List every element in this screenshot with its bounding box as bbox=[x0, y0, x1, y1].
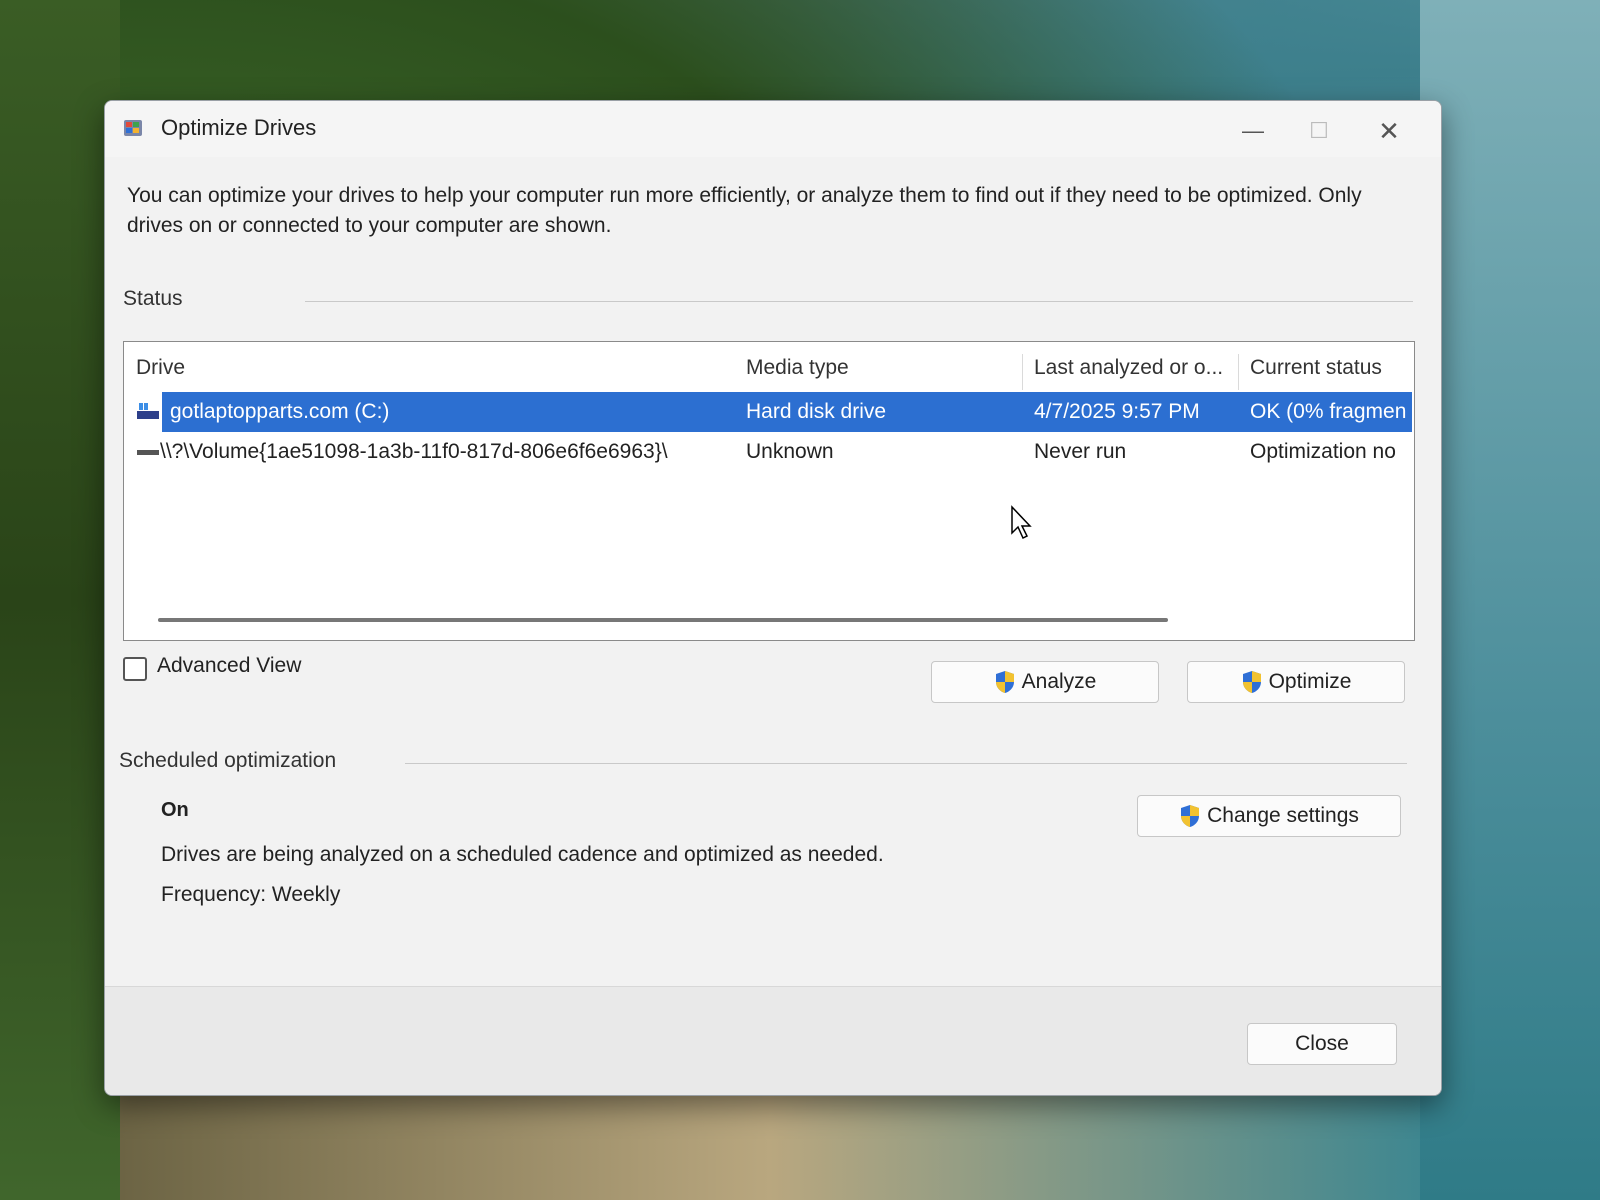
window-title: Optimize Drives bbox=[161, 115, 317, 140]
maximize-button[interactable]: ☐ bbox=[1289, 113, 1349, 149]
schedule-description: Drives are being analyzed on a scheduled… bbox=[161, 843, 884, 866]
title-bar[interactable]: Optimize Drives — ☐ ✕ bbox=[105, 101, 1441, 157]
close-label: Close bbox=[1295, 1032, 1349, 1055]
scheduled-section-label: Scheduled optimization bbox=[119, 749, 337, 772]
drive-list[interactable]: Drive Media type Last analyzed or o... C… bbox=[123, 341, 1415, 641]
change-settings-button[interactable]: Change settings bbox=[1137, 795, 1401, 837]
wallpaper-cliff bbox=[0, 0, 120, 1200]
current-status: Optimization no bbox=[1250, 440, 1396, 463]
maximize-icon: ☐ bbox=[1309, 118, 1329, 143]
wallpaper-beach bbox=[120, 1090, 1420, 1200]
minimize-button[interactable]: — bbox=[1223, 113, 1283, 149]
current-status: OK (0% fragmen bbox=[1250, 400, 1407, 423]
optimize-drives-window: Optimize Drives — ☐ ✕ You can optimize y… bbox=[104, 100, 1442, 1096]
drive-name: \\?\Volume{1ae51098-1a3b-11f0-817d-806e6… bbox=[160, 440, 668, 463]
status-divider bbox=[305, 301, 1413, 302]
column-header-media-type[interactable]: Media type bbox=[734, 350, 1022, 386]
uac-shield-icon bbox=[1181, 805, 1200, 827]
drive-row[interactable]: gotlaptopparts.com (C:) Hard disk drive … bbox=[130, 392, 1412, 432]
media-type: Hard disk drive bbox=[746, 400, 887, 423]
close-window-button[interactable]: ✕ bbox=[1359, 113, 1419, 149]
last-analyzed: Never run bbox=[1034, 440, 1127, 463]
minimize-icon: — bbox=[1242, 118, 1264, 143]
last-analyzed: 4/7/2025 9:57 PM bbox=[1034, 400, 1200, 423]
close-button[interactable]: Close bbox=[1247, 1023, 1397, 1065]
analyze-button[interactable]: Analyze bbox=[931, 661, 1159, 703]
mouse-cursor-icon bbox=[1011, 505, 1032, 540]
column-header-drive[interactable]: Drive bbox=[124, 350, 734, 386]
close-icon: ✕ bbox=[1378, 115, 1400, 146]
uac-shield-icon bbox=[995, 671, 1014, 693]
wallpaper-ocean bbox=[1420, 0, 1600, 1200]
scheduled-divider bbox=[405, 763, 1407, 764]
change-settings-label: Change settings bbox=[1207, 804, 1359, 827]
advanced-view-label[interactable]: Advanced View bbox=[157, 654, 301, 678]
optimize-label: Optimize bbox=[1268, 670, 1352, 693]
schedule-state: On bbox=[161, 799, 189, 821]
intro-text: You can optimize your drives to help you… bbox=[127, 184, 1362, 237]
horizontal-scrollbar[interactable] bbox=[158, 618, 1168, 622]
defrag-app-icon bbox=[124, 120, 142, 136]
optimize-button[interactable]: Optimize bbox=[1187, 661, 1405, 703]
drive-name: gotlaptopparts.com (C:) bbox=[170, 400, 390, 423]
status-section-label: Status bbox=[123, 287, 183, 310]
column-header-current-status[interactable]: Current status bbox=[1238, 350, 1414, 386]
media-type: Unknown bbox=[746, 440, 834, 463]
dialog-footer: Close bbox=[105, 986, 1441, 1095]
volume-drive-icon bbox=[137, 450, 159, 455]
advanced-view-checkbox[interactable] bbox=[123, 657, 147, 681]
column-header-last-analyzed[interactable]: Last analyzed or o... bbox=[1022, 350, 1238, 386]
drive-row[interactable]: \\?\Volume{1ae51098-1a3b-11f0-817d-806e6… bbox=[130, 432, 1412, 472]
windows-drive-icon bbox=[137, 403, 159, 419]
uac-shield-icon bbox=[1242, 671, 1261, 693]
analyze-label: Analyze bbox=[1021, 670, 1097, 693]
schedule-frequency: Frequency: Weekly bbox=[161, 883, 341, 906]
